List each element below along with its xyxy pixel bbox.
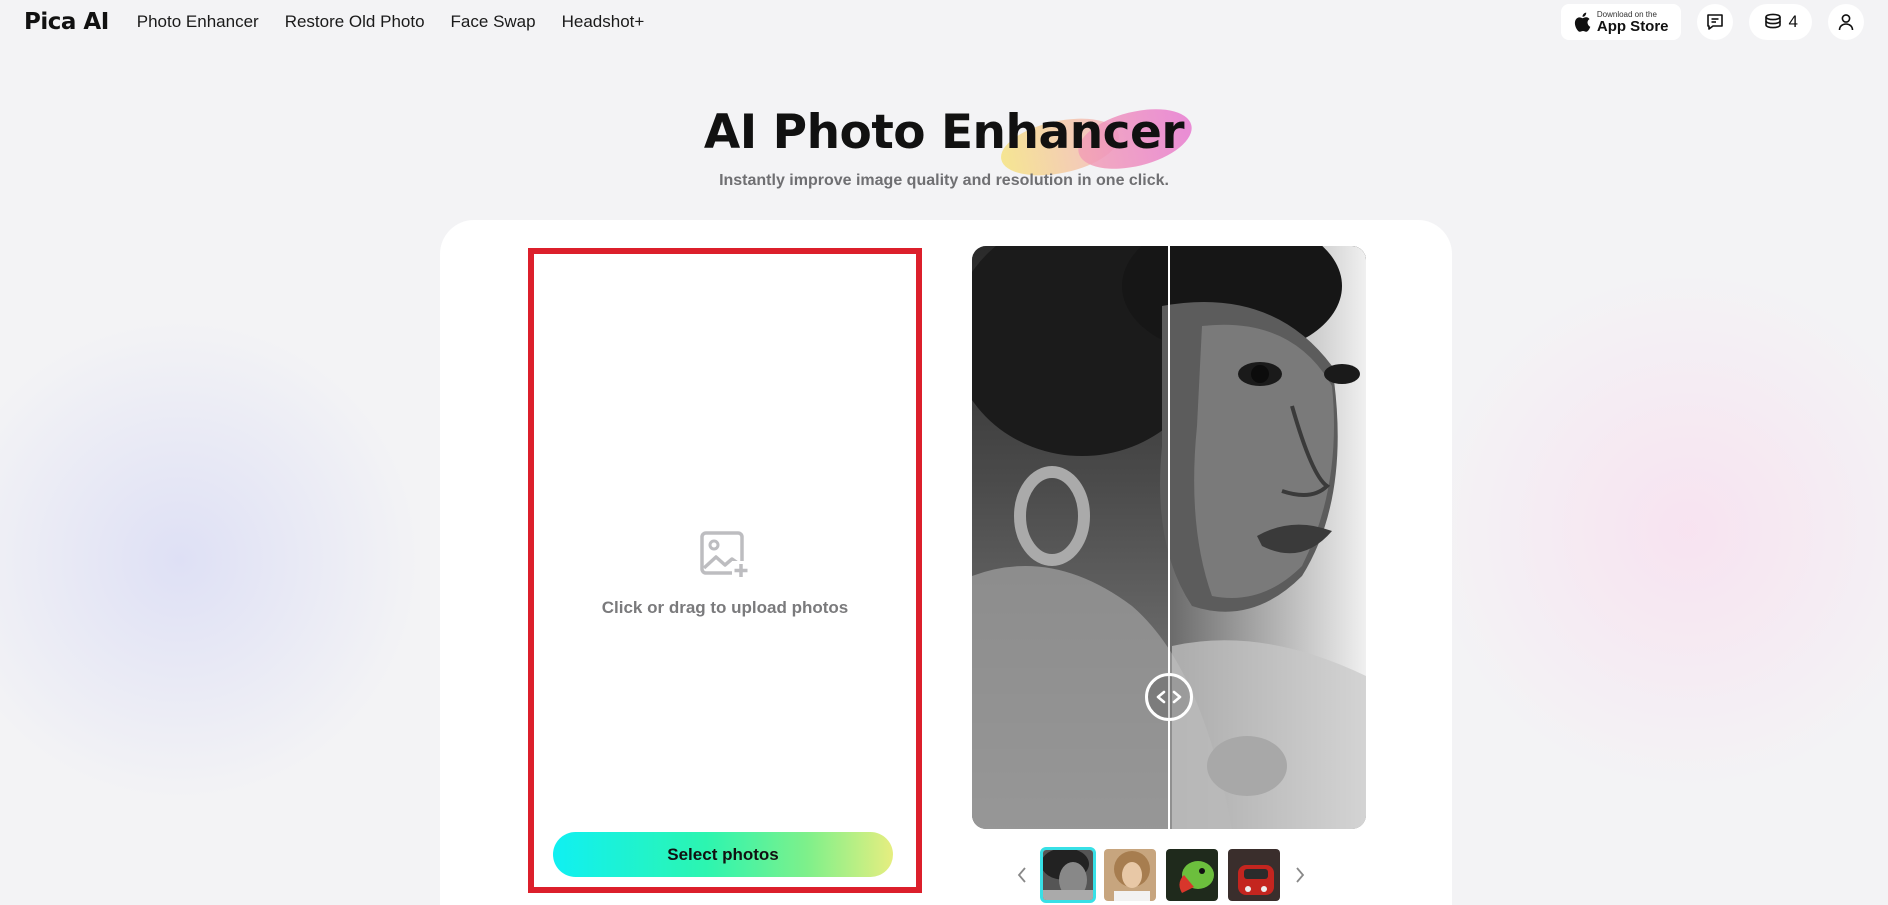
thumbnail-image: [1104, 849, 1156, 901]
thumbnail-portrait-blonde[interactable]: [1102, 847, 1158, 903]
account-button[interactable]: [1828, 4, 1864, 40]
chevron-left-icon: [1017, 867, 1026, 883]
add-image-icon[interactable]: [699, 530, 751, 580]
thumbnail-parrot[interactable]: [1164, 847, 1220, 903]
sample-carousel: [1010, 846, 1330, 904]
credits-button[interactable]: 4: [1748, 4, 1812, 40]
nav-headshot-plus[interactable]: Headshot+: [562, 12, 645, 32]
upload-dropzone[interactable]: Click or drag to upload photos Select ph…: [528, 248, 922, 893]
thumbnail-image: [1166, 849, 1218, 901]
header-actions: Download on the App Store 4: [1560, 4, 1864, 40]
thumbnail-image: [1228, 849, 1280, 901]
upload-prompt[interactable]: Click or drag to upload photos: [602, 598, 849, 618]
background-glow-right: [1408, 250, 1888, 810]
comparison-handle[interactable]: [1145, 673, 1193, 721]
before-after-preview[interactable]: [972, 246, 1366, 829]
nav-restore-old-photo[interactable]: Restore Old Photo: [285, 12, 425, 32]
page-title: AI Photo Enhancer: [703, 105, 1185, 160]
carousel-prev-button[interactable]: [1010, 860, 1034, 890]
background-glow-left: [0, 300, 440, 820]
carousel-next-button[interactable]: [1288, 860, 1312, 890]
messages-button[interactable]: [1696, 4, 1733, 40]
main-nav: Photo Enhancer Restore Old Photo Face Sw…: [137, 12, 645, 32]
coins-stack-icon: [1764, 13, 1781, 29]
top-header: Pica AI Photo Enhancer Restore Old Photo…: [0, 0, 1888, 44]
credits-count: 4: [1788, 12, 1798, 31]
select-photos-button[interactable]: Select photos: [553, 832, 893, 877]
thumbnail-red-car[interactable]: [1226, 847, 1282, 903]
comparison-divider: [1168, 246, 1170, 829]
user-icon: [1838, 14, 1854, 31]
logo[interactable]: Pica AI: [24, 9, 109, 35]
thumbnail-portrait-bw[interactable]: [1040, 847, 1096, 903]
upload-content: Click or drag to upload photos: [534, 254, 916, 887]
apple-icon: [1574, 12, 1591, 32]
drag-arrows-icon: [1156, 690, 1182, 704]
chat-icon: [1706, 14, 1723, 30]
nav-photo-enhancer[interactable]: Photo Enhancer: [137, 12, 259, 32]
hero: AI Photo Enhancer Instantly improve imag…: [0, 105, 1888, 190]
chevron-right-icon: [1296, 867, 1305, 883]
page-subtitle: Instantly improve image quality and reso…: [719, 172, 1169, 189]
app-store-label: App Store: [1596, 17, 1669, 35]
app-store-button[interactable]: Download on the App Store: [1560, 4, 1681, 40]
thumbnail-image: [1043, 850, 1093, 900]
nav-face-swap[interactable]: Face Swap: [451, 12, 536, 32]
